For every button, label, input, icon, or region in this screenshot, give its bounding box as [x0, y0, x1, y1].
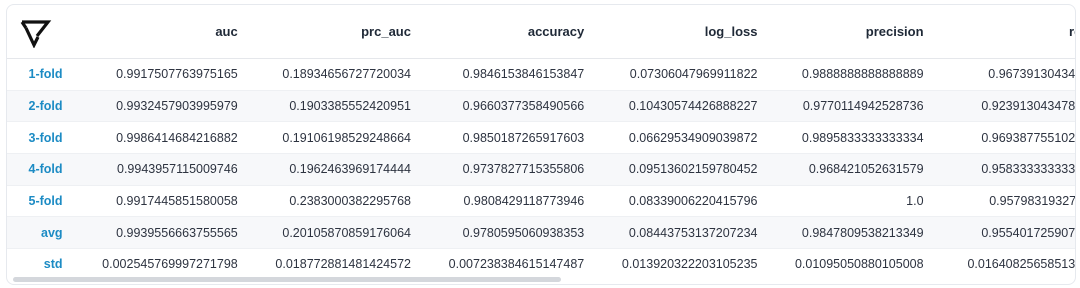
table-cell: 0.01095050880105008 [794, 257, 924, 272]
table-cell: 0.967391304347826 [927, 58, 1075, 91]
table-cell: 0.016408256585130256 [967, 257, 1076, 272]
table-cell: 0.9770114942528736 [761, 90, 928, 123]
table-cell: 0.9943957115009746 [70, 153, 242, 186]
table-cell: 0.9846153846153847 [414, 58, 589, 91]
table-cell: 0.1962463969174444 [241, 153, 415, 186]
table-cell: 0.10430574426888227 [588, 90, 762, 123]
table-row: 3-fold 0.9986414684216882 0.191061985292… [7, 121, 1075, 155]
horizontal-scrollbar[interactable] [13, 277, 561, 282]
column-header-recall[interactable]: recall [927, 5, 1075, 59]
row-label: 5-fold [7, 185, 71, 218]
row-label: 1-fold [7, 58, 71, 91]
table-cell: 0.9932457903995979 [70, 90, 242, 123]
column-header-precision[interactable]: precision [761, 5, 928, 59]
table-cell: 0.018772881481424572 [275, 257, 411, 272]
table-cell: 0.08339006220415796 [588, 185, 762, 218]
table-cell: 0.07306047969911822 [588, 58, 762, 91]
table-cell: 0.9693877551020408 [927, 121, 1075, 155]
header-row: auc prc_auc accuracy log_loss precision … [7, 5, 1075, 59]
table-cell: 0.18934656727720034 [241, 58, 415, 91]
table-cell: 0.9888888888888889 [761, 58, 928, 91]
row-label: 3-fold [7, 121, 71, 155]
table-row: 5-fold 0.9917445851580058 0.238300038229… [7, 185, 1075, 218]
table-cell: 0.2383000382295768 [241, 185, 415, 218]
table-cell: 0.1903385552420951 [241, 90, 415, 123]
table-cell: 0.9583333333333334 [927, 153, 1075, 186]
row-label: 4-fold [7, 153, 71, 186]
table-cell: 0.06629534909039872 [588, 121, 762, 155]
table-cell: 0.9780595060938353 [414, 216, 589, 250]
table-row: std 0.002545769997271798 0.0187728814814… [7, 249, 1076, 280]
results-table-card: auc prc_auc accuracy log_loss precision … [6, 4, 1076, 285]
table-cell: 0.9939556663755565 [70, 216, 242, 250]
row-label: 2-fold [7, 90, 71, 123]
table-row: 4-fold 0.9943957115009746 0.196246396917… [7, 153, 1075, 186]
table-cell: 0.9850187265917603 [414, 121, 589, 155]
table-cell: 0.08443753137207234 [588, 216, 762, 250]
table-row: 1-fold 0.9917507763975165 0.189346567277… [7, 58, 1075, 91]
column-header-log-loss[interactable]: log_loss [588, 5, 762, 59]
metrics-table: auc prc_auc accuracy log_loss precision … [7, 5, 1076, 280]
column-header-prc-auc[interactable]: prc_auc [241, 5, 415, 59]
table-cell: 0.968421052631579 [761, 153, 928, 186]
row-label: avg [7, 216, 71, 250]
table-cell: 0.9239130434782609 [927, 90, 1075, 123]
table-cell: 0.007238384615147487 [448, 257, 585, 272]
table-cell: 0.957983193277311 [927, 185, 1075, 218]
table-cell: 0.9986414684216882 [70, 121, 242, 155]
table-cell: 0.20105870859176064 [241, 216, 415, 250]
table-cell: 0.09513602159780452 [588, 153, 762, 186]
table-cell: 0.013920322203105235 [621, 257, 758, 272]
table-cell: 0.9554017259077543 [927, 216, 1075, 250]
table-cell: 0.9895833333333334 [761, 121, 928, 155]
table-cell: 1.0 [761, 185, 928, 218]
brand-logo-icon [17, 16, 53, 49]
table-cell: 0.9917507763975165 [70, 58, 242, 91]
table-cell: 0.9660377358490566 [414, 90, 589, 123]
table-row: 2-fold 0.9932457903995979 0.190338555242… [7, 90, 1075, 123]
table-cell: 0.19106198529248664 [241, 121, 415, 155]
table-cell: 0.9847809538213349 [761, 216, 928, 250]
row-label: std [43, 257, 63, 272]
table-row: avg 0.9939556663755565 0.201058708591760… [7, 216, 1075, 250]
table-cell: 0.002545769997271798 [102, 257, 238, 272]
table-cell: 0.9917445851580058 [70, 185, 242, 218]
column-header-accuracy[interactable]: accuracy [414, 5, 589, 59]
table-cell: 0.9808429118773946 [414, 185, 589, 218]
table-corner [7, 5, 71, 59]
table-cell: 0.9737827715355806 [414, 153, 589, 186]
column-header-auc[interactable]: auc [70, 5, 242, 59]
